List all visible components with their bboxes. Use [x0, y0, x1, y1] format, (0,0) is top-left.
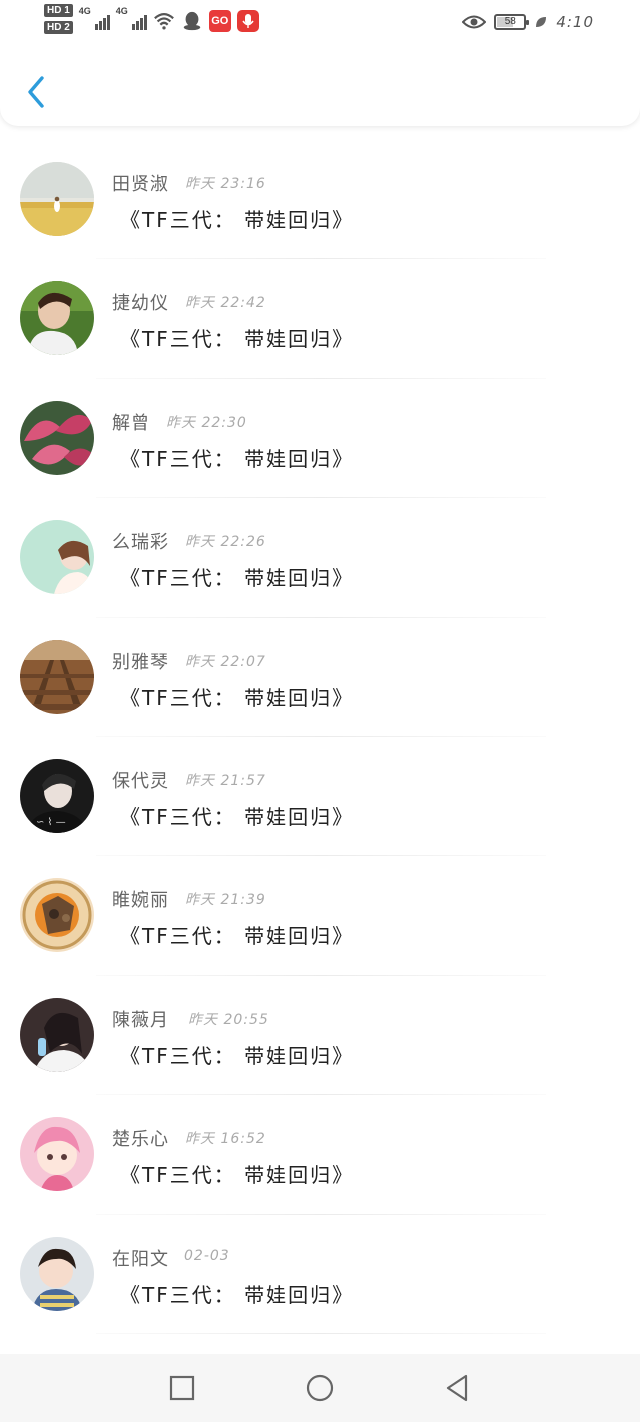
signal-icon: 4G [79, 4, 110, 30]
status-bar: HD 1 HD 2 4G 4G GO 58 4:10 [0, 0, 640, 42]
message-text: 《TF三代： 带娃回归》 [120, 327, 355, 352]
list-item[interactable]: 么瑞彩 昨天 22:26 《TF三代： 带娃回归》 [0, 498, 640, 618]
sender-name: 保代灵 [112, 770, 169, 792]
message-text: 《TF三代： 带娃回归》 [120, 566, 355, 591]
system-nav-bar [0, 1354, 640, 1422]
avatar[interactable] [20, 1117, 94, 1192]
message-list: 田贤淑 昨天 23:16 《TF三代： 带娃回归》 捷幼仪 昨天 22:42 《… [0, 140, 640, 1334]
header-card: HD 1 HD 2 4G 4G GO 58 4:10 [0, 0, 640, 126]
list-item[interactable]: 在阳文 02-03 《TF三代： 带娃回归》 [0, 1215, 640, 1334]
eye-icon [462, 15, 487, 29]
sender-name: 睢婉丽 [112, 890, 169, 912]
avatar[interactable] [20, 281, 94, 356]
message-text: 《TF三代： 带娃回归》 [120, 1163, 355, 1188]
sender-name: 捷幼仪 [112, 293, 169, 315]
message-time: 02-03 [184, 1247, 230, 1264]
sender-name: 别雅琴 [112, 651, 169, 673]
avatar[interactable] [20, 162, 94, 236]
list-item[interactable]: 睢婉丽 昨天 21:39 《TF三代： 带娃回归》 [0, 856, 640, 976]
wifi-icon [153, 13, 174, 30]
signal-icon: 4G [116, 4, 147, 30]
message-text: 《TF三代： 带娃回归》 [120, 924, 355, 949]
recents-button[interactable] [167, 1373, 197, 1403]
sender-name: 在阳文 [112, 1248, 169, 1270]
avatar[interactable] [20, 639, 94, 714]
message-time: 昨天 21:39 [185, 892, 266, 909]
microphone-icon [236, 10, 259, 32]
message-text: 《TF三代： 带娃回归》 [120, 208, 355, 232]
list-item[interactable]: 别雅琴 昨天 22:07 《TF三代： 带娃回归》 [0, 618, 640, 737]
sender-name: 陳薇月 [112, 1009, 169, 1031]
message-time: 昨天 22:30 [166, 414, 247, 431]
message-time: 昨天 22:42 [185, 295, 266, 312]
back-button[interactable] [18, 70, 54, 114]
list-item[interactable]: 陳薇月 昨天 20:55 《TF三代： 带娃回归》 [0, 976, 640, 1096]
sender-name: 楚乐心 [112, 1129, 169, 1151]
sender-name: 解曾 [112, 412, 150, 434]
list-item[interactable]: 楚乐心 昨天 16:52 《TF三代： 带娃回归》 [0, 1095, 640, 1215]
message-time: 昨天 21:57 [185, 772, 266, 789]
divider [96, 1332, 546, 1334]
list-item[interactable]: 解曾 昨天 22:30 《TF三代： 带娃回归》 [0, 379, 640, 499]
clock: 4:10 [556, 13, 594, 31]
home-button[interactable] [305, 1373, 335, 1403]
triangle-back-icon [446, 1374, 468, 1402]
sim2-badge: HD 2 [44, 21, 73, 34]
sim1-badge: HD 1 [44, 4, 73, 17]
message-text: 《TF三代： 带娃回归》 [120, 446, 355, 471]
list-item[interactable]: 田贤淑 昨天 23:16 《TF三代： 带娃回归》 [0, 140, 640, 260]
circle-icon [306, 1374, 334, 1402]
chevron-left-icon [28, 76, 44, 108]
message-time: 昨天 16:52 [185, 1131, 266, 1148]
message-time: 昨天 22:26 [185, 534, 266, 551]
battery-icon: 58 [494, 14, 530, 30]
message-text: 《TF三代： 带娃回归》 [120, 1043, 355, 1068]
qq-icon [183, 11, 201, 31]
message-time: 昨天 20:55 [188, 1011, 269, 1028]
list-item[interactable]: 捷幼仪 昨天 22:42 《TF三代： 带娃回归》 [0, 259, 640, 379]
message-time: 昨天 23:16 [185, 176, 266, 192]
avatar[interactable] [20, 1236, 94, 1311]
square-icon [169, 1375, 195, 1401]
sender-name: 田贤淑 [112, 174, 169, 195]
svg-text:∽ ⌇ —: ∽ ⌇ — [36, 817, 66, 828]
avatar[interactable] [20, 878, 94, 953]
nav-back-button[interactable] [443, 1373, 473, 1403]
app-notification-icon: GO [208, 10, 231, 32]
avatar[interactable] [20, 997, 94, 1072]
sender-name: 么瑞彩 [112, 532, 169, 554]
message-text: 《TF三代： 带娃回归》 [120, 685, 355, 710]
avatar[interactable] [20, 520, 94, 595]
avatar[interactable]: ∽ ⌇ — [20, 758, 94, 833]
message-text: 《TF三代： 带娃回归》 [120, 1282, 355, 1307]
avatar[interactable] [20, 400, 94, 475]
message-text: 《TF三代： 带娃回归》 [120, 804, 355, 829]
list-item[interactable]: ∽ ⌇ — 保代灵 昨天 21:57 《TF三代： 带娃回归》 [0, 737, 640, 857]
leaf-icon [536, 17, 547, 27]
message-time: 昨天 22:07 [185, 653, 266, 670]
